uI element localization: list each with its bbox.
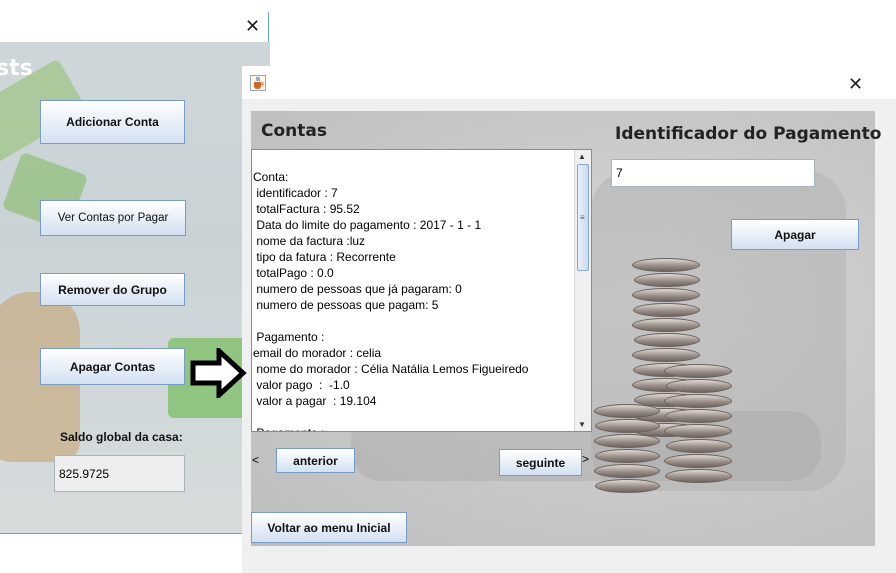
title-bar: ✕	[242, 66, 896, 99]
next-arrow-label: >	[582, 452, 590, 466]
previous-button[interactable]: anterior	[276, 448, 355, 473]
account-details-textarea[interactable]: Conta: identificador : 7 totalFactura : …	[251, 149, 592, 432]
scroll-up-icon[interactable]: ▲	[578, 152, 586, 161]
arrow-right-icon	[189, 345, 247, 401]
window-border	[0, 533, 270, 534]
delete-payment-button[interactable]: Apagar	[731, 219, 859, 250]
contas-heading: Contas	[261, 121, 327, 141]
scroll-thumb[interactable]: ≡	[577, 164, 589, 271]
back-to-menu-button[interactable]: Voltar ao menu Inicial	[251, 512, 407, 543]
payment-id-input[interactable]: 7	[611, 159, 815, 187]
scroll-down-icon[interactable]: ▼	[578, 420, 586, 429]
coin-stack-left	[594, 404, 662, 494]
account-details-text: Conta: identificador : 7 totalFactura : …	[253, 170, 529, 431]
add-account-button[interactable]: Adicionar Conta	[40, 100, 185, 144]
back-window-title: sts	[0, 56, 33, 81]
java-cup-icon	[250, 75, 266, 91]
view-unpaid-accounts-button[interactable]: Ver Contas por Pagar	[40, 200, 186, 236]
vertical-scrollbar[interactable]: ▲ ≡ ▼	[574, 150, 591, 431]
next-button[interactable]: seguinte	[499, 449, 582, 476]
window-border	[268, 12, 269, 42]
balance-label: Saldo global da casa:	[60, 430, 183, 444]
back-window: ✕ sts Adicionar Conta Ver Contas por Pag…	[0, 0, 270, 573]
prev-arrow-label: <	[252, 453, 260, 467]
window-bottom-strip	[242, 546, 896, 573]
delete-accounts-button[interactable]: Apagar Contas	[40, 348, 185, 385]
close-icon[interactable]: ✕	[848, 74, 863, 95]
coin-stack-right	[664, 364, 734, 484]
balance-field: 825.9725	[54, 455, 185, 492]
close-icon[interactable]: ✕	[245, 17, 260, 35]
remove-from-group-button[interactable]: Remover do Grupo	[40, 273, 185, 306]
payment-id-label: Identificador do Pagamento	[615, 124, 882, 144]
